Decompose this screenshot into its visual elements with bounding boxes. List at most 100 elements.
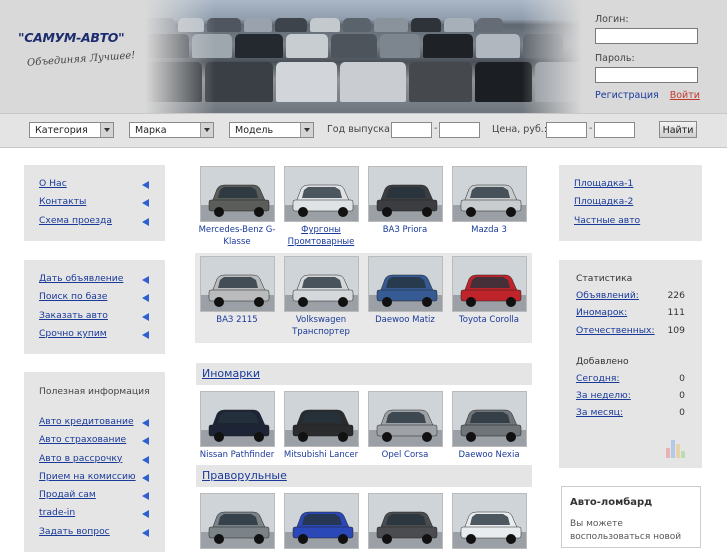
car-photo[interactable]	[367, 493, 443, 549]
login-link[interactable]: Войти	[670, 90, 700, 101]
menu-item[interactable]: Схема проезда	[24, 215, 165, 233]
menu-item-link[interactable]: О Нас	[39, 178, 67, 189]
car-photo[interactable]	[283, 256, 359, 312]
stat-label-link[interactable]: Сегодня:	[576, 373, 620, 390]
stat-label-link[interactable]: За месяц:	[576, 407, 623, 424]
car-thumbnail[interactable]	[279, 493, 363, 549]
car-thumbnail[interactable]: Toyota Corolla	[447, 256, 531, 338]
car-caption-link[interactable]: Фургоны Промтоварные	[279, 224, 363, 248]
car-thumbnail[interactable]: ВАЗ 2115	[195, 256, 279, 338]
car-row-2: ВАЗ 2115 Volkswagen Транспортер Daewoo Mat…	[195, 256, 532, 338]
car-photo[interactable]	[199, 256, 275, 312]
car-photo[interactable]	[451, 256, 527, 312]
menu-item[interactable]: Срочно купим	[24, 328, 165, 346]
site-link[interactable]: Площадка-1	[559, 178, 702, 196]
menu-item[interactable]: Прием на комиссию	[24, 471, 165, 489]
menu-item[interactable]: О Нас	[24, 178, 165, 196]
car-photo[interactable]	[199, 166, 275, 222]
car-thumbnail[interactable]: Volkswagen Транспортер	[279, 256, 363, 338]
find-button[interactable]: Найти	[659, 121, 697, 138]
menu-item-link[interactable]: trade-in	[39, 507, 75, 518]
stat-label-link[interactable]: Иномарок:	[576, 307, 627, 324]
menu-item[interactable]: Авто в рассрочку	[24, 453, 165, 471]
section-foreign-link[interactable]: Иномарки	[202, 367, 260, 380]
menu-item[interactable]: Дать объявление	[24, 273, 165, 291]
menu-item-link[interactable]: Поиск по базе	[39, 291, 107, 302]
car-thumbnail[interactable]: Mazda 3	[447, 166, 531, 248]
menu-item[interactable]: Контакты	[24, 196, 165, 214]
car-caption-link[interactable]: Mazda 3	[447, 224, 531, 236]
model-select[interactable]: Модель	[229, 122, 314, 138]
car-thumbnail[interactable]: Фургоны Промтоварные	[279, 166, 363, 248]
car-thumbnail[interactable]: Nissan Pathfinder	[195, 391, 279, 461]
login-input[interactable]	[595, 28, 698, 44]
menu-item-link[interactable]: Прием на комиссию	[39, 471, 136, 482]
menu-item[interactable]: Продай сам	[24, 489, 165, 507]
car-photo[interactable]	[451, 166, 527, 222]
car-photo[interactable]	[199, 493, 275, 549]
car-thumbnail[interactable]: Daewoo Matiz	[363, 256, 447, 338]
car-thumbnail[interactable]: Daewoo Nexia	[447, 391, 531, 461]
car-caption-link[interactable]: Nissan Pathfinder	[195, 449, 279, 461]
menu-item-link[interactable]: Схема проезда	[39, 215, 112, 226]
car-caption-link[interactable]: Daewoo Matiz	[363, 314, 447, 326]
logo[interactable]: "САМУМ-АВТО" Объединяя Лучшее!	[18, 30, 136, 69]
menu-item[interactable]: trade-in	[24, 507, 165, 525]
site-link[interactable]: Частные авто	[559, 215, 702, 233]
make-select[interactable]: Марка	[129, 122, 214, 138]
car-caption-link[interactable]: Toyota Corolla	[447, 314, 531, 326]
left-menu-actions: Дать объявление Поиск по базе Заказать авт…	[24, 260, 165, 354]
year-from-input[interactable]	[391, 122, 432, 138]
car-photo[interactable]	[283, 493, 359, 549]
site-link[interactable]: Площадка-2	[559, 196, 702, 214]
menu-item[interactable]: Заказать авто	[24, 310, 165, 328]
menu-item[interactable]: Поиск по базе	[24, 291, 165, 309]
car-photo[interactable]	[199, 391, 275, 447]
menu-item-link[interactable]: Авто страхование	[39, 434, 126, 445]
price-to-input[interactable]	[594, 122, 635, 138]
car-caption-link[interactable]: Volkswagen Транспортер	[279, 314, 363, 338]
car-caption-link[interactable]: Mercedes-Benz G-Klasse	[195, 224, 279, 248]
menu-item-link[interactable]: Контакты	[39, 196, 86, 207]
car-photo[interactable]	[451, 391, 527, 447]
car-thumbnail[interactable]: Opel Corsa	[363, 391, 447, 461]
menu-item-link[interactable]: Задать вопрос	[39, 526, 110, 537]
car-thumbnail[interactable]	[195, 493, 279, 549]
price-from-input[interactable]	[546, 122, 587, 138]
year-to-input[interactable]	[439, 122, 480, 138]
stat-label-link[interactable]: За неделю:	[576, 390, 631, 407]
car-thumbnail[interactable]	[363, 493, 447, 549]
menu-item[interactable]: Авто страхование	[24, 434, 165, 452]
car-caption-link[interactable]: ВАЗ 2115	[195, 314, 279, 326]
car-thumbnail[interactable]: Mercedes-Benz G-Klasse	[195, 166, 279, 248]
car-caption-link[interactable]: Mitsubishi Lancer	[279, 449, 363, 461]
car-photo[interactable]	[283, 391, 359, 447]
car-photo[interactable]	[367, 256, 443, 312]
menu-item-link[interactable]: Дать объявление	[39, 273, 123, 284]
stat-label-link[interactable]: Отечественных:	[576, 325, 655, 342]
car-thumbnail[interactable]: ВАЗ Priora	[363, 166, 447, 248]
menu-item[interactable]: Авто кредитование	[24, 416, 165, 434]
menu-item-link[interactable]: Авто кредитование	[39, 416, 134, 427]
menu-item-link[interactable]: Заказать авто	[39, 310, 108, 321]
menu-item-link[interactable]: Срочно купим	[39, 328, 107, 339]
car-caption-link[interactable]: ВАЗ Priora	[363, 224, 447, 236]
car-photo[interactable]	[367, 391, 443, 447]
menu-item-link[interactable]: Продай сам	[39, 489, 96, 500]
car-photo[interactable]	[283, 166, 359, 222]
menu-item[interactable]: Задать вопрос	[24, 526, 165, 544]
car-thumbnail[interactable]	[447, 493, 531, 549]
menu-item-link[interactable]: Авто в рассрочку	[39, 453, 122, 464]
car-caption-link[interactable]: Daewoo Nexia	[447, 449, 531, 461]
category-select[interactable]: Категория	[29, 122, 114, 138]
stat-label-link[interactable]: Объявлений:	[576, 290, 639, 307]
password-input[interactable]	[595, 67, 698, 83]
arrow-left-icon	[142, 217, 149, 226]
car-photo[interactable]	[451, 493, 527, 549]
stat-value: 0	[679, 407, 685, 419]
car-caption-link[interactable]: Opel Corsa	[363, 449, 447, 461]
section-rhd-link[interactable]: Праворульные	[202, 469, 287, 482]
car-photo[interactable]	[367, 166, 443, 222]
register-link[interactable]: Регистрация	[595, 90, 659, 101]
car-thumbnail[interactable]: Mitsubishi Lancer	[279, 391, 363, 461]
